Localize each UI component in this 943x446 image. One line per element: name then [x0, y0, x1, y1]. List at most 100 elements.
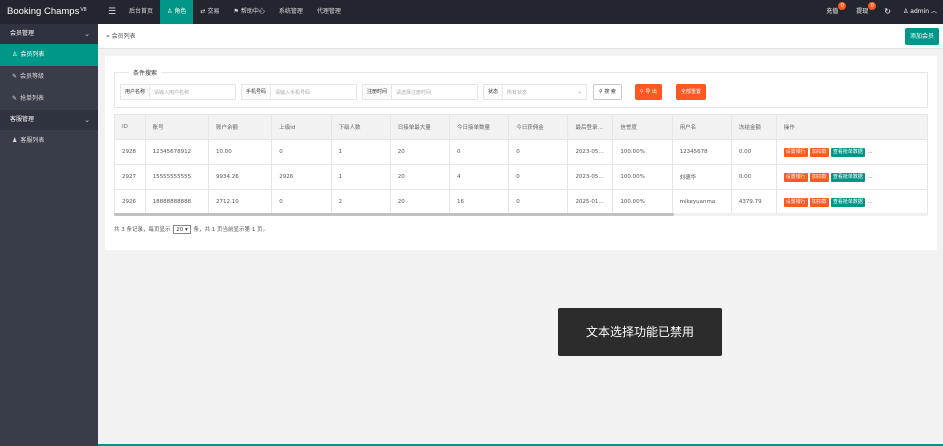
table-cell: 100.00%	[612, 139, 673, 165]
chevron-down-icon: ⌄	[84, 30, 90, 38]
search-fieldset: 条件搜索 用户名称 请输入用户名称 手机号码 请输入手机号码 注册时间 请选择注册时间…	[114, 68, 928, 108]
table-cell: 2025-01-2...	[567, 189, 614, 215]
table-cell: 2023-05-0...	[567, 139, 614, 165]
chevron-down-icon: ⌄	[84, 116, 90, 124]
actions-cell: 设置银行 加扣款 查看抢单数据...	[775, 164, 929, 190]
topnav-item-5[interactable]: 代理管理	[310, 0, 348, 24]
table-cell: 12345678912	[144, 139, 209, 165]
withdraw-link[interactable]: 提现 0	[850, 0, 877, 24]
adjust-balance-button[interactable]: 加扣款	[809, 172, 829, 182]
users-icon: ♟	[12, 137, 18, 144]
status-label: 状态	[484, 85, 504, 99]
refresh-icon[interactable]: ↻	[878, 0, 897, 24]
regtime-field[interactable]: 注册时间 请选择注册时间	[362, 84, 478, 100]
table-cell: 4379.79	[730, 189, 777, 215]
admin-menu[interactable]: ♙ admin ︿	[897, 0, 943, 24]
column-header: 用户名	[671, 114, 732, 140]
user-icon: ♙	[12, 51, 18, 58]
column-header: 账户余额	[207, 114, 273, 140]
username-field[interactable]: 用户名称 请输入用户名称	[120, 84, 236, 100]
sidebar-item-label: 会员等级	[20, 73, 45, 80]
topnav-item-1[interactable]: ♙ 角色	[160, 0, 194, 24]
table-cell: 0	[448, 139, 510, 165]
add-member-button[interactable]: 添加会员	[904, 28, 939, 45]
table-cell: 2926	[271, 164, 332, 190]
app-logo[interactable]: Booking ChampsV8	[0, 0, 98, 24]
sidebar-item-3[interactable]: ✎ 抢单列表	[0, 88, 98, 110]
search-button[interactable]: ⚲ 搜 索	[593, 84, 622, 100]
set-bank-button[interactable]: 设置银行	[783, 172, 808, 182]
chevron-down-icon: ⌄	[576, 88, 582, 95]
phone-field[interactable]: 手机号码 请输入手机号码	[241, 84, 357, 100]
set-bank-button[interactable]: 设置银行	[783, 197, 808, 207]
more-button[interactable]: ...	[867, 148, 874, 157]
sidebar-item-5[interactable]: ♟ 客服列表	[0, 130, 98, 152]
page-size-select[interactable]: 20 ▾	[173, 225, 191, 234]
topnav-item-3[interactable]: ⚑ 帮助中心	[226, 0, 271, 24]
table-cell: 16	[448, 189, 510, 215]
view-orders-button[interactable]: 查看抢单数据	[830, 172, 865, 182]
sidebar-group-0[interactable]: 会员管理 ⌄	[0, 24, 98, 44]
menu-toggle-icon[interactable]: ☰	[104, 0, 120, 24]
table-body: 2928 12345678912 10.00 0 1 20 0 0 2023-05-0... 10…	[114, 139, 929, 215]
adjust-balance-button[interactable]: 加扣款	[809, 197, 829, 207]
table-cell: 100.00%	[612, 164, 673, 190]
topnav-item-0[interactable]: 后台首页	[122, 0, 160, 24]
horizontal-scrollbar[interactable]	[114, 213, 928, 216]
column-header: 冻结金额	[730, 114, 777, 140]
column-header: 今日获佣金	[508, 114, 569, 140]
exchange-icon: ⇄	[200, 8, 206, 15]
more-button[interactable]: ...	[867, 198, 874, 207]
status-select[interactable]: 状态 所有状态 ⌄	[483, 84, 587, 100]
username-input[interactable]: 请输入用户名称	[150, 89, 189, 96]
topnav-label: 后台首页	[129, 8, 154, 15]
table-cell: 15555555555	[144, 164, 209, 190]
table-cell: 2928	[114, 139, 146, 165]
export-button[interactable]: ⚲ 导 出	[635, 84, 662, 100]
table-cell: 20	[389, 164, 450, 190]
column-header: ID	[114, 114, 146, 140]
view-orders-button[interactable]: 查看抢单数据	[830, 197, 865, 207]
column-header: 操作	[775, 114, 929, 140]
table-row: 2928 12345678912 10.00 0 1 20 0 0 2023-05-0... 10…	[114, 139, 929, 165]
sidebar-item-1[interactable]: ♙ 会员列表	[0, 44, 98, 66]
version-label: V8	[80, 7, 87, 13]
recharge-link[interactable]: 充值 0	[820, 0, 847, 24]
table-cell: 0	[508, 164, 569, 190]
top-bar: Booking ChampsV8 ☰ 后台首页 ♙ 角色 ⇄ 交易 ⚑ 帮助中心 系统管理 代理…	[0, 0, 943, 24]
table-cell: 0	[271, 139, 332, 165]
column-header: 最后登录时间	[567, 114, 614, 140]
actions-cell: 设置银行 加扣款 查看抢单数据...	[775, 139, 929, 165]
table-cell: 10.00	[207, 139, 273, 165]
top-nav: 后台首页 ♙ 角色 ⇄ 交易 ⚑ 帮助中心 系统管理 代理管理	[122, 0, 348, 24]
regtime-input[interactable]: 请选择注册时间	[392, 89, 431, 96]
table-cell: 100.00%	[612, 189, 673, 215]
breadcrumb-bar: » 会员列表 添加会员	[98, 24, 943, 49]
adjust-balance-button[interactable]: 加扣款	[809, 147, 829, 157]
regtime-label: 注册时间	[363, 85, 393, 99]
table-cell: 20	[389, 189, 450, 215]
sidebar-item-2[interactable]: ✎ 会员等级	[0, 66, 98, 88]
sidebar: 会员管理 ⌄ ♙ 会员列表 ✎ 会员等级 ✎ 抢单列表 客服管理 ⌄ ♟ 客服列表	[0, 24, 98, 446]
column-header: 今日接单数量	[448, 114, 510, 140]
sidebar-group-4[interactable]: 客服管理 ⌄	[0, 110, 98, 130]
table-cell: 刘德华	[671, 164, 732, 190]
phone-input[interactable]: 请输入手机号码	[271, 89, 310, 96]
topnav-item-2[interactable]: ⇄ 交易	[193, 0, 226, 24]
table-cell: 2927	[114, 164, 146, 190]
scrollbar-thumb[interactable]	[114, 213, 674, 216]
link-icon: ✎	[12, 73, 18, 80]
table-cell: 0.00	[730, 139, 777, 165]
topnav-label: 角色	[174, 8, 187, 15]
reset-button[interactable]: 全部重置	[676, 84, 707, 100]
search-legend: 条件搜索	[129, 68, 162, 77]
topnav-item-4[interactable]: 系统管理	[272, 0, 310, 24]
view-orders-button[interactable]: 查看抢单数据	[830, 147, 865, 157]
table-cell: 2926	[114, 189, 146, 215]
table-cell: 4	[448, 164, 510, 190]
more-button[interactable]: ...	[867, 173, 874, 182]
withdraw-badge: 0	[868, 2, 877, 10]
recharge-badge: 0	[838, 2, 847, 10]
table-cell: 12345678	[671, 139, 732, 165]
set-bank-button[interactable]: 设置银行	[783, 147, 808, 157]
